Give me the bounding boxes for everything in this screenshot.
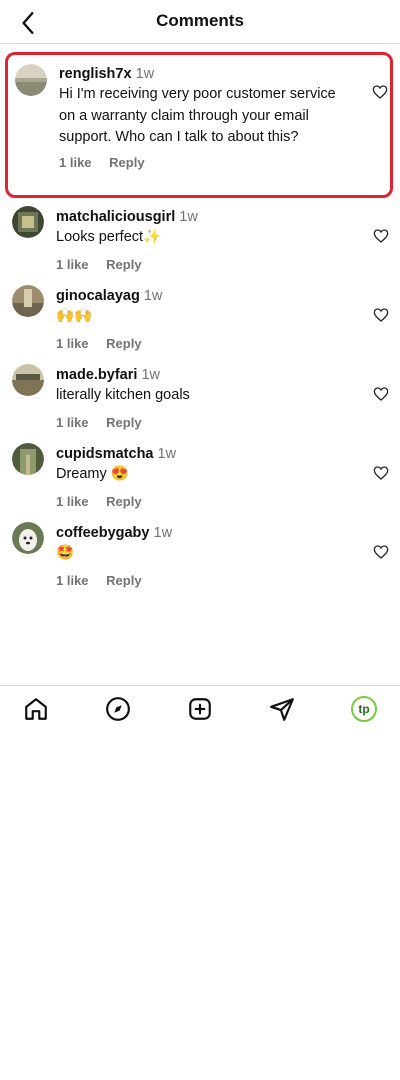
send-icon[interactable] xyxy=(269,696,295,722)
reply-button[interactable]: Reply xyxy=(106,257,141,272)
comment-time: 1w xyxy=(179,209,198,225)
comment-list: renglish7x 1w Hi I'm receiving very poor… xyxy=(0,52,400,601)
avatar[interactable] xyxy=(12,364,44,396)
comment-text: 🤩 xyxy=(56,545,75,561)
heart-icon[interactable] xyxy=(372,84,388,100)
comment-username[interactable]: matchaliciousgirl xyxy=(56,209,175,225)
comment-item: coffeebygaby 1w 🤩 1 like Reply xyxy=(0,522,400,601)
comment-username[interactable]: cupidsmatcha xyxy=(56,446,154,462)
comment-item: ginocalayag 1w 🙌🙌 1 like Reply xyxy=(0,285,400,364)
comment-body: ginocalayag 1w 🙌🙌 1 like Reply xyxy=(56,287,336,351)
comment-text: literally kitchen goals xyxy=(56,387,190,403)
avatar[interactable] xyxy=(12,206,44,238)
like-count[interactable]: 1 like xyxy=(56,494,89,509)
reply-button[interactable]: Reply xyxy=(106,336,141,351)
avatar[interactable] xyxy=(15,64,47,96)
like-count[interactable]: 1 like xyxy=(56,336,89,351)
comment-username[interactable]: made.byfari xyxy=(56,367,137,383)
like-count[interactable]: 1 like xyxy=(56,415,89,430)
reply-button[interactable]: Reply xyxy=(109,155,144,170)
comment-item: renglish7x 1w Hi I'm receiving very poor… xyxy=(5,52,393,198)
comment-time: 1w xyxy=(135,66,155,82)
heart-icon[interactable] xyxy=(373,386,389,402)
comment-body: cupidsmatcha 1w Dreamy 😍 1 like Reply xyxy=(56,445,336,509)
comment-username[interactable]: coffeebygaby xyxy=(56,525,149,541)
page-title: Comments xyxy=(156,11,244,30)
comment-text: Hi I'm receiving very poor customer serv… xyxy=(59,86,336,145)
heart-icon[interactable] xyxy=(373,544,389,560)
like-count[interactable]: 1 like xyxy=(56,573,89,588)
avatar[interactable] xyxy=(12,285,44,317)
reply-button[interactable]: Reply xyxy=(106,573,141,588)
comment-text: Dreamy 😍 xyxy=(56,466,129,482)
like-count[interactable]: 1 like xyxy=(56,257,89,272)
header: Comments xyxy=(0,0,400,44)
create-icon[interactable] xyxy=(187,696,213,722)
heart-icon[interactable] xyxy=(373,307,389,323)
bottom-nav: tp xyxy=(0,685,400,731)
avatar[interactable] xyxy=(12,522,44,554)
comment-body: matchaliciousgirl 1w Looks perfect✨ 1 li… xyxy=(56,208,336,272)
home-icon[interactable] xyxy=(23,696,49,722)
heart-icon[interactable] xyxy=(373,465,389,481)
comment-body: renglish7x 1w Hi I'm receiving very poor… xyxy=(59,65,339,170)
comment-item: made.byfari 1w literally kitchen goals 1… xyxy=(0,364,400,443)
comment-text: Looks perfect✨ xyxy=(56,229,162,245)
avatar[interactable] xyxy=(12,443,44,475)
comment-body: coffeebygaby 1w 🤩 1 like Reply xyxy=(56,524,336,588)
heart-icon[interactable] xyxy=(373,228,389,244)
reply-button[interactable]: Reply xyxy=(106,415,141,430)
comment-item: matchaliciousgirl 1w Looks perfect✨ 1 li… xyxy=(0,206,400,285)
profile-avatar[interactable]: tp xyxy=(351,696,377,722)
comment-text: 🙌🙌 xyxy=(56,308,93,324)
comment-body: made.byfari 1w literally kitchen goals 1… xyxy=(56,366,336,430)
comment-item: cupidsmatcha 1w Dreamy 😍 1 like Reply xyxy=(0,443,400,522)
profile-text: tp xyxy=(358,702,370,716)
like-count[interactable]: 1 like xyxy=(59,155,92,170)
explore-icon[interactable] xyxy=(105,696,131,722)
comment-time: 1w xyxy=(153,525,173,541)
comment-username[interactable]: ginocalayag xyxy=(56,288,140,304)
comment-time: 1w xyxy=(157,446,177,462)
comment-time: 1w xyxy=(141,367,160,383)
reply-button[interactable]: Reply xyxy=(106,494,141,509)
comment-time: 1w xyxy=(143,288,163,304)
comment-username[interactable]: renglish7x xyxy=(59,66,132,82)
